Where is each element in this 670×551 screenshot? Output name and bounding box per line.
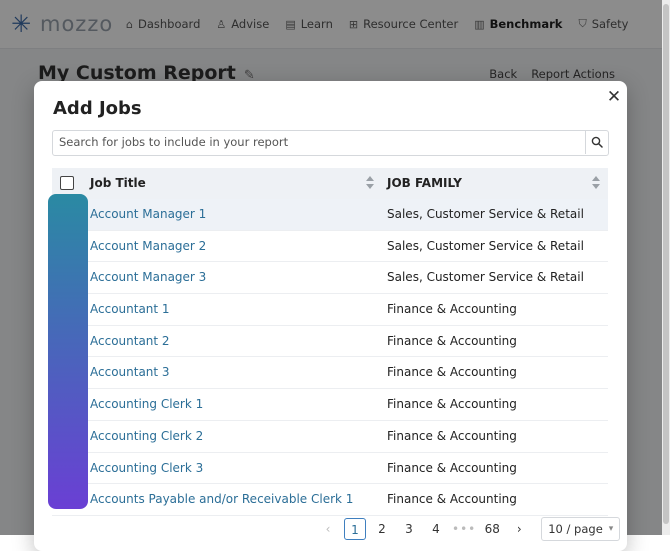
prev-page-button[interactable]: ‹ — [317, 518, 339, 540]
scrollbar-thumb[interactable] — [663, 4, 669, 524]
page-2-button[interactable]: 2 — [371, 518, 393, 540]
table-row[interactable]: Accountant 3 Finance & Accounting — [52, 357, 608, 390]
job-family-cell: Finance & Accounting — [387, 365, 517, 380]
job-family-cell: Sales, Customer Service & Retail — [387, 270, 584, 285]
search-input[interactable] — [53, 131, 585, 153]
table-header: Job Title JOB FAMILY — [52, 168, 608, 199]
job-title-link[interactable]: Accountant 3 — [90, 357, 170, 387]
job-family-cell: Finance & Accounting — [387, 428, 517, 443]
table-row[interactable]: Accounting Clerk 3 Finance & Accounting — [52, 453, 608, 485]
pagination-ellipsis[interactable]: ••• — [452, 518, 476, 540]
job-family-cell: Finance & Accounting — [387, 302, 517, 317]
table-row[interactable]: Account Manager 3 Sales, Customer Service… — [52, 262, 608, 295]
job-title-link[interactable]: Accountant 2 — [90, 326, 170, 356]
window-scrollbar[interactable] — [662, 0, 670, 535]
add-jobs-modal: Add Jobs ✕ Job Title JOB FAMILY Account … — [34, 81, 627, 551]
job-title-link[interactable]: Accounting Clerk 1 — [90, 389, 203, 419]
close-icon[interactable]: ✕ — [604, 87, 624, 107]
sort-job-title-icon[interactable] — [365, 174, 375, 192]
job-title-link[interactable]: Accounts Payable and/or Receivable Clerk… — [90, 484, 353, 514]
page-3-button[interactable]: 3 — [398, 518, 420, 540]
job-family-cell: Finance & Accounting — [387, 492, 517, 507]
job-title-link[interactable]: Account Manager 2 — [90, 231, 206, 261]
table-row[interactable]: Accountant 1 Finance & Accounting — [52, 294, 608, 326]
next-page-button[interactable]: › — [508, 518, 530, 540]
job-title-link[interactable]: Accounting Clerk 2 — [90, 421, 203, 451]
search-icon — [591, 136, 603, 148]
search-button[interactable] — [585, 130, 608, 154]
sort-job-family-icon[interactable] — [591, 174, 601, 192]
page-last-button[interactable]: 68 — [481, 518, 503, 540]
page-size-value: 10 / page — [548, 522, 603, 536]
job-family-cell: Finance & Accounting — [387, 397, 517, 412]
modal-title: Add Jobs — [53, 98, 142, 119]
column-header-job-title[interactable]: Job Title — [90, 168, 146, 199]
checkbox-column-highlight — [48, 194, 88, 509]
pagination: ‹ 1 2 3 4 ••• 68 › 10 / page ▾ — [317, 517, 621, 541]
job-family-cell: Sales, Customer Service & Retail — [387, 207, 584, 221]
table-row[interactable]: Accounting Clerk 2 Finance & Accounting — [52, 421, 608, 453]
job-title-link[interactable]: Accountant 1 — [90, 294, 170, 324]
job-family-cell: Finance & Accounting — [387, 460, 517, 475]
job-title-link[interactable]: Accounting Clerk 3 — [90, 453, 203, 483]
select-all-checkbox[interactable] — [60, 176, 74, 190]
page-size-select[interactable]: 10 / page ▾ — [541, 517, 621, 541]
table-row[interactable]: Accounts Payable and/or Receivable Clerk… — [52, 484, 608, 516]
table-row[interactable]: Accountant 2 Finance & Accounting — [52, 326, 608, 358]
column-header-job-family[interactable]: JOB FAMILY — [387, 168, 462, 199]
job-family-cell: Sales, Customer Service & Retail — [387, 238, 584, 253]
chevron-down-icon: ▾ — [608, 524, 614, 534]
table-row[interactable]: Account Manager 2 Sales, Customer Service… — [52, 231, 608, 263]
search-bar — [52, 130, 609, 156]
table-row[interactable]: Account Manager 1 Sales, Customer Service… — [52, 199, 608, 231]
job-title-link[interactable]: Account Manager 1 — [90, 199, 206, 229]
page-4-button[interactable]: 4 — [425, 518, 447, 540]
page-1-button[interactable]: 1 — [344, 518, 366, 540]
table-row[interactable]: Accounting Clerk 1 Finance & Accounting — [52, 389, 608, 421]
job-family-cell: Finance & Accounting — [387, 333, 517, 348]
table-body: Account Manager 1 Sales, Customer Service… — [52, 199, 608, 516]
job-title-link[interactable]: Account Manager 3 — [90, 262, 206, 292]
jobs-table: Job Title JOB FAMILY Account Manager 1 Sa… — [52, 168, 608, 516]
